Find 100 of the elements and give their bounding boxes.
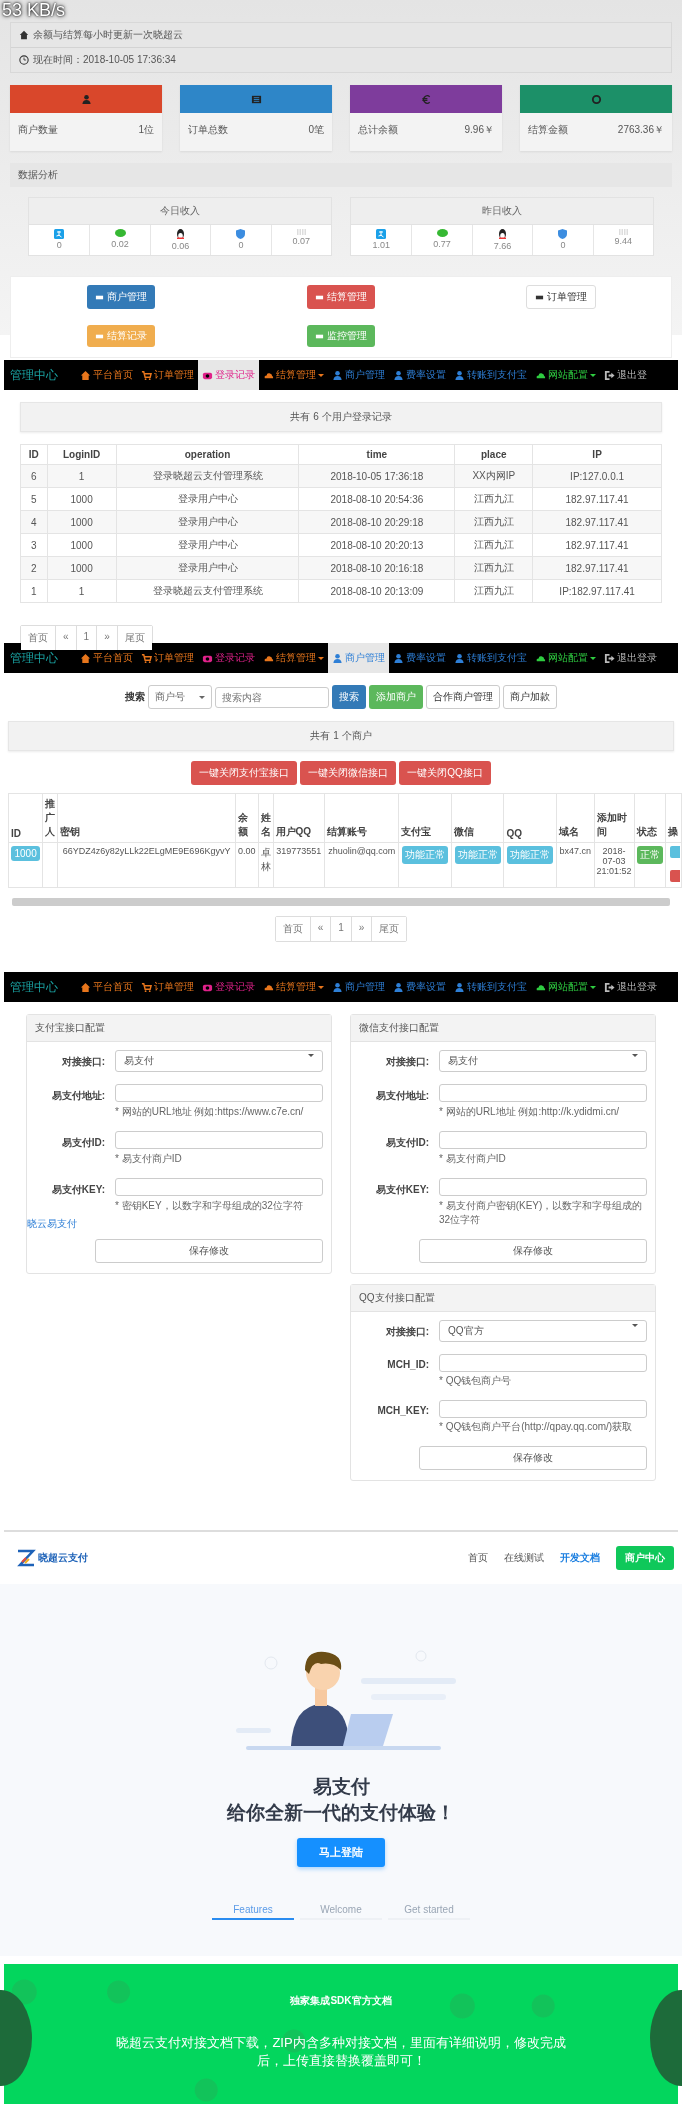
- penguin-icon: [498, 229, 507, 240]
- nav-link[interactable]: 在线测试: [504, 1551, 544, 1565]
- save-button[interactable]: 保存修改: [95, 1239, 323, 1263]
- stat-value: 0笔: [308, 123, 324, 137]
- nav-link[interactable]: 结算管理: [259, 643, 328, 673]
- tab[interactable]: Features: [212, 1901, 294, 1920]
- interface-select[interactable]: 易支付: [439, 1050, 647, 1072]
- nav-link[interactable]: 开发文档: [560, 1551, 600, 1565]
- table-cell: 182.97.117.41: [532, 487, 662, 511]
- table-cell: 2018-10-05 17:36:18: [298, 464, 455, 488]
- field-hint: * 易支付商户ID: [439, 1152, 507, 1166]
- input-field[interactable]: [439, 1400, 647, 1418]
- action-button[interactable]: [669, 846, 680, 858]
- nav-link[interactable]: 转账到支付宝: [450, 360, 531, 390]
- dots-icon: [617, 229, 629, 235]
- nav-link[interactable]: 费率设置: [389, 360, 450, 390]
- shield-icon: [236, 229, 246, 239]
- field-label: MCH_ID:: [386, 1358, 429, 1370]
- nav-link[interactable]: 平台首页: [76, 360, 137, 390]
- nav-link[interactable]: 登录记录: [198, 643, 259, 673]
- income-value: 9.44: [614, 236, 633, 246]
- nav-link[interactable]: 登录记录: [198, 360, 259, 390]
- nav-link[interactable]: 平台首页: [76, 972, 137, 1002]
- input-field[interactable]: [115, 1178, 323, 1196]
- input-field[interactable]: [439, 1131, 647, 1149]
- pagination-link[interactable]: »: [96, 626, 117, 650]
- pagination-link[interactable]: 尾页: [371, 917, 407, 941]
- disable-button[interactable]: 一键关闭QQ接口: [399, 761, 491, 785]
- field-hint: * QQ钱包商户平台(http://qpay.qq.com/)获取: [439, 1420, 634, 1434]
- nav-link[interactable]: 退出登录: [600, 972, 661, 1002]
- id-badge: 1000: [11, 846, 40, 861]
- income-value: 0.77: [433, 239, 451, 249]
- nav-link[interactable]: 费率设置: [389, 972, 450, 1002]
- income-title: 今日收入: [28, 197, 332, 225]
- column-header: 域名: [556, 793, 595, 843]
- banner-title: 独家集成SDK官方文档: [290, 1994, 392, 2008]
- penguin-icon: [176, 229, 185, 240]
- column-header: 余额: [235, 793, 258, 843]
- interface-select[interactable]: 易支付: [115, 1050, 323, 1072]
- toolbar-button[interactable]: 合作商户管理: [426, 685, 500, 709]
- nav-link[interactable]: 结算管理: [259, 972, 328, 1002]
- disable-button[interactable]: 一键关闭微信接口: [300, 761, 397, 785]
- text-link[interactable]: 晓云易支付: [27, 1217, 323, 1231]
- input-field[interactable]: [115, 1084, 323, 1102]
- input-field[interactable]: [439, 1178, 647, 1196]
- euro-icon: [420, 93, 432, 105]
- pagination-link[interactable]: 尾页: [116, 626, 152, 650]
- login-button[interactable]: 马上登陆: [297, 1838, 385, 1867]
- nav-link[interactable]: 网站配置: [531, 360, 600, 390]
- nav-link[interactable]: 退出登录: [600, 643, 661, 673]
- column-header: operation: [116, 444, 299, 465]
- field-label: 对接接口:: [384, 1325, 429, 1339]
- shortcut-button[interactable]: 结算管理: [307, 285, 375, 309]
- save-button[interactable]: 保存修改: [419, 1446, 647, 1470]
- nav-link[interactable]: 商户管理: [328, 972, 389, 1002]
- nav-link[interactable]: 转账到支付宝: [450, 972, 531, 1002]
- nav-link[interactable]: 订单管理: [137, 360, 198, 390]
- filter-select[interactable]: 商户号: [148, 685, 212, 709]
- scrollbar[interactable]: [12, 898, 670, 906]
- search-field[interactable]: 搜索内容: [215, 686, 329, 708]
- table-cell: 登录晓超云支付管理系统: [116, 579, 299, 603]
- nav-link[interactable]: 网站配置: [531, 972, 600, 1002]
- field-hint: * 网站的URL地址 例如:http://k.ydidmi.cn/: [439, 1105, 621, 1119]
- input-field[interactable]: [439, 1084, 647, 1102]
- column-header: QQ: [503, 793, 557, 843]
- column-header: 微信: [451, 793, 504, 843]
- hero-subtitle: 给你全新一代的支付体验！: [227, 1801, 455, 1825]
- column-header: time: [298, 444, 455, 465]
- caret-icon: [590, 373, 596, 377]
- nav-link[interactable]: 费率设置: [389, 643, 450, 673]
- table-cell: 江西九江: [454, 579, 533, 603]
- action-button[interactable]: [669, 870, 680, 882]
- nav-link[interactable]: 退出登: [600, 360, 651, 390]
- nav-link[interactable]: 首页: [468, 1551, 488, 1565]
- input-field[interactable]: [439, 1354, 647, 1372]
- notice-text: 余额与结算每小时更新一次晓超云: [33, 28, 183, 42]
- save-button[interactable]: 保存修改: [419, 1239, 647, 1263]
- income-value: 0.07: [292, 236, 311, 246]
- nav-link[interactable]: 登录记录: [198, 972, 259, 1002]
- pagination-link[interactable]: «: [55, 626, 76, 650]
- nav-link[interactable]: 商户管理: [328, 643, 389, 673]
- toolbar-button[interactable]: 搜索: [332, 685, 366, 709]
- chat-bubble-icon: [436, 229, 448, 238]
- table-cell: 卓林: [258, 842, 273, 888]
- toolbar-button[interactable]: 商户加款: [503, 685, 557, 709]
- nav-link[interactable]: 网站配置: [531, 643, 600, 673]
- pagination-link[interactable]: 1: [75, 626, 97, 650]
- interface-select[interactable]: QQ官方: [439, 1320, 647, 1342]
- pagination-link[interactable]: 首页: [21, 626, 55, 650]
- nav-link[interactable]: 订单管理: [137, 972, 198, 1002]
- column-header: 结算账号: [324, 793, 399, 843]
- nav-link[interactable]: 结算管理: [259, 360, 328, 390]
- stat-value: 9.96￥: [464, 123, 494, 137]
- shortcut-button[interactable]: 订单管理: [526, 285, 596, 309]
- stat-label: 订单总数: [188, 123, 228, 137]
- shortcut-button[interactable]: 商户管理: [87, 285, 155, 309]
- disable-button[interactable]: 一键关闭支付宝接口: [191, 761, 298, 785]
- nav-link[interactable]: 转账到支付宝: [450, 643, 531, 673]
- nav-link[interactable]: 商户管理: [328, 360, 389, 390]
- input-field[interactable]: [115, 1131, 323, 1149]
